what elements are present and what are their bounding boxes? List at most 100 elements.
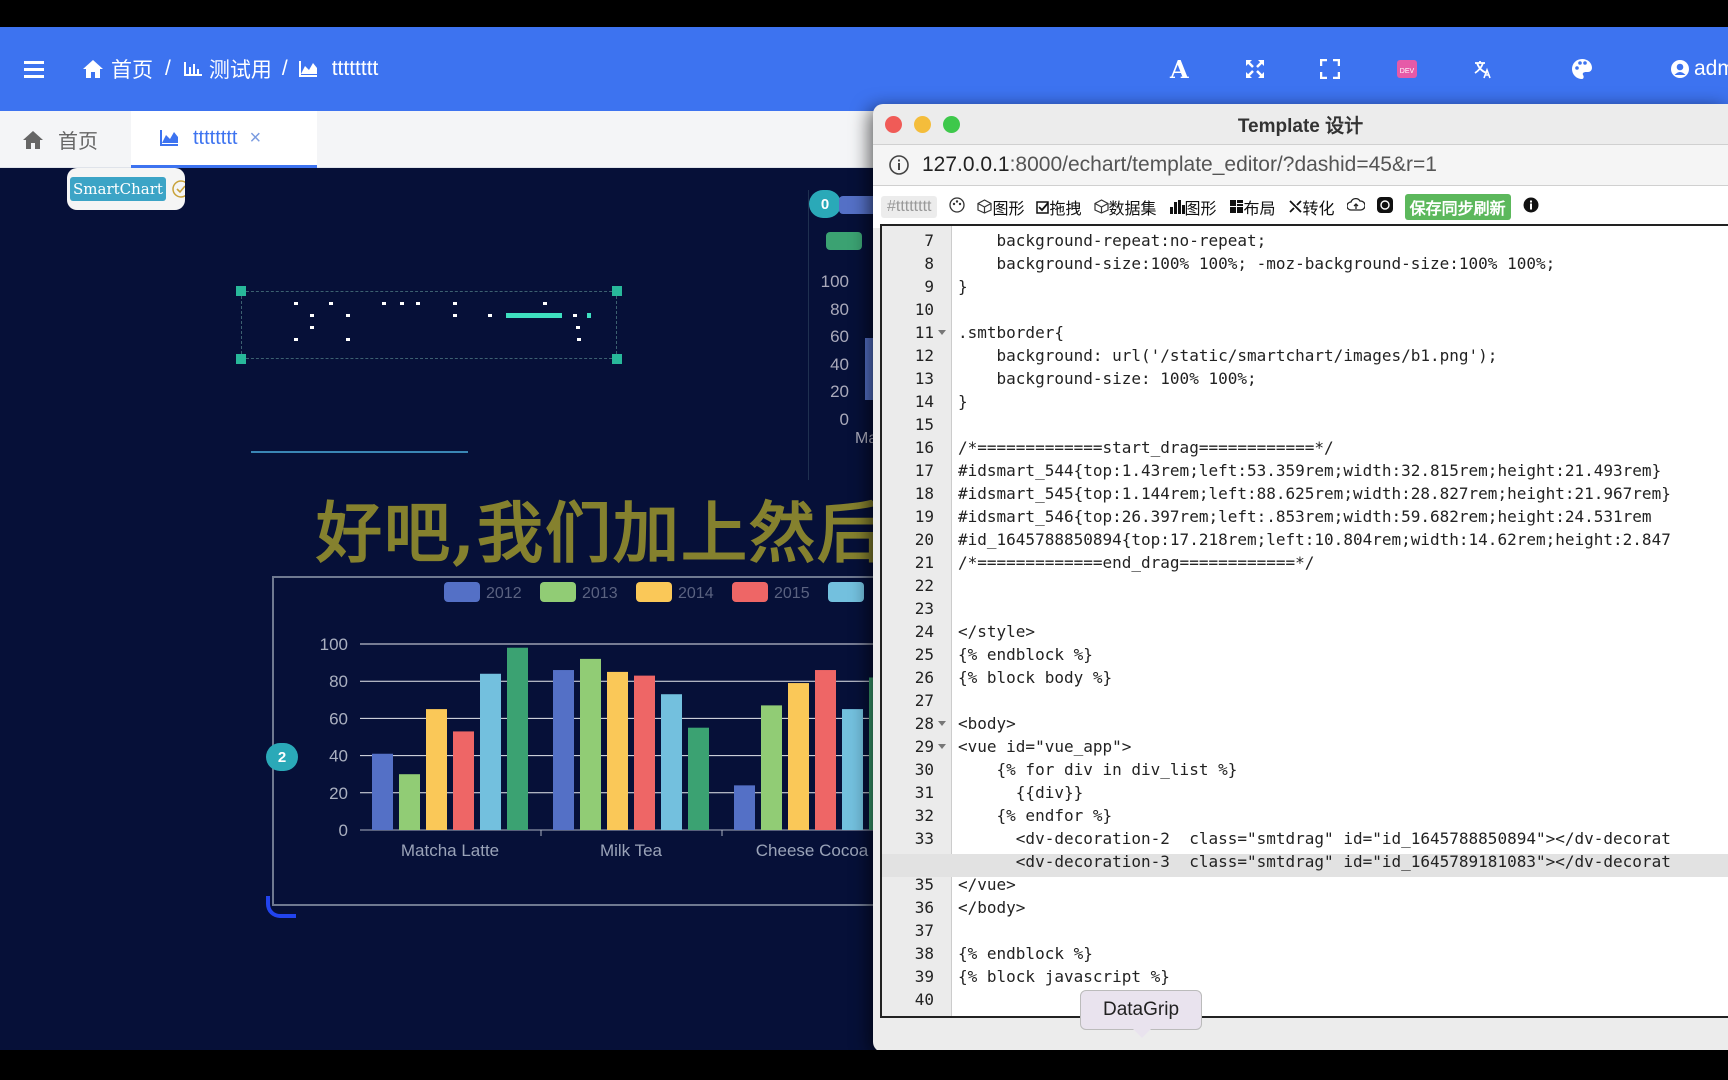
line-number: 16 [914, 438, 934, 457]
smartchart-label: SmartChart [70, 177, 166, 201]
tab-active-dashboard[interactable]: tttttttt × [131, 111, 317, 168]
expand-arrows-icon[interactable] [1245, 27, 1265, 111]
y-tick-label: 40 [830, 354, 849, 374]
home-icon [23, 130, 43, 149]
line-decoration [251, 451, 468, 453]
check-circle-icon [172, 180, 185, 198]
dev-icon[interactable]: DEV [1396, 27, 1418, 111]
line-number: 39 [914, 967, 934, 986]
bar [507, 647, 528, 830]
chart-panel-2[interactable]: 100 80 60 40 20 0 Matcha Latte Milk Tea Cheese C… [272, 576, 880, 906]
y-tick-label: 100 [820, 272, 849, 291]
line-number: 28 [914, 714, 934, 733]
code-line: <dv-decoration-3 class="smtdrag" id="id_… [958, 852, 1671, 871]
minimize-window-button[interactable] [914, 116, 931, 133]
tab-label: 首页 [58, 131, 98, 153]
line-number: 8 [924, 254, 934, 273]
y-tick-label: 20 [830, 382, 849, 401]
tab-close-icon[interactable]: × [249, 127, 261, 150]
tab-label: tttttttt [193, 126, 238, 149]
code-editor[interactable]: 7 8 9 10 11 12 13 14 15 16 17 18 19 20 21 22 23 24 25 26 27 2… [880, 224, 1728, 1018]
code-line: {% endblock %} [958, 645, 1093, 664]
bar [607, 671, 628, 830]
tooltip-arrow [1133, 1029, 1151, 1038]
toolbar-drag[interactable]: 拖拽 [1036, 195, 1082, 219]
translate-icon[interactable] [1472, 27, 1492, 111]
toolbar-convert[interactable]: 转化 [1288, 195, 1335, 219]
toolbar-label: 布局 [1243, 201, 1276, 218]
line-number: 25 [914, 645, 934, 664]
template-name-tag[interactable]: #tttttttt [881, 196, 938, 218]
breadcrumb-current: tttttttt [331, 57, 379, 80]
decoration-widget[interactable] [241, 291, 617, 359]
toolbar-chart-2[interactable]: 图形 [1169, 195, 1217, 219]
fold-arrow-icon[interactable] [938, 744, 946, 749]
zoom-window-button[interactable] [943, 116, 960, 133]
fold-arrow-icon[interactable] [938, 721, 946, 726]
toolbar-layout[interactable]: 布局 [1229, 195, 1276, 219]
bar [426, 709, 447, 830]
cloud-upload-icon[interactable] [1345, 197, 1366, 217]
resize-handle[interactable] [612, 286, 622, 296]
toolbar-label: 数据集 [1108, 201, 1157, 218]
y-tick-label: 40 [329, 747, 348, 766]
breadcrumb-test[interactable]: 测试用 [209, 54, 272, 84]
resize-handle[interactable] [236, 286, 246, 296]
line-number: 20 [914, 530, 934, 549]
y-tick-label: 20 [329, 784, 348, 803]
line-number: 23 [914, 599, 934, 618]
legend-swatch [540, 582, 576, 602]
chart-panel-0[interactable]: 0 100 80 60 40 20 0 Ma [808, 190, 880, 480]
fullscreen-icon[interactable] [1320, 27, 1340, 111]
font-size-icon[interactable]: A [1170, 27, 1189, 111]
bar [661, 694, 682, 830]
toolbar-dataset[interactable]: 数据集 [1093, 195, 1157, 219]
url-host: 127.0.0.1 [922, 153, 1010, 176]
line-number-gutter: 7 8 9 10 11 12 13 14 15 16 17 18 19 20 21 22 23 24 25 26 27 2… [882, 226, 952, 1016]
layout-icon [1229, 200, 1243, 213]
bar [734, 785, 755, 830]
code-line: #idsmart_544{top:1.43rem;left:53.359rem;… [958, 461, 1662, 480]
fold-arrow-icon[interactable] [938, 330, 946, 335]
bar [865, 338, 873, 400]
resize-handle[interactable] [612, 354, 622, 364]
bar [815, 670, 836, 830]
line-number: 29 [914, 737, 934, 756]
smartchart-badge[interactable]: SmartChart [67, 168, 185, 210]
resize-handle[interactable] [236, 354, 246, 364]
tab-home[interactable]: 首页 [22, 111, 132, 168]
code-line: background-size: 100% 100%; [958, 369, 1257, 388]
menu-toggle-button[interactable] [24, 27, 46, 111]
code-line: {% block javascript %} [958, 967, 1170, 986]
code-line: </vue> [958, 875, 1016, 894]
info-circle-icon[interactable] [1523, 197, 1539, 218]
breadcrumb-separator: / [165, 57, 171, 80]
x-tick-label: Matcha Latte [401, 841, 499, 860]
line-number: 27 [914, 691, 934, 710]
code-line: } [958, 277, 968, 296]
toolbar-label: 转化 [1302, 201, 1335, 218]
line-number: 24 [914, 622, 934, 641]
save-sync-refresh-button[interactable]: 保存同步刷新 [1404, 194, 1511, 220]
dock-strip [0, 1050, 1728, 1080]
y-tick-label: 0 [339, 821, 348, 840]
line-number: 19 [914, 507, 934, 526]
check-square-icon [1036, 201, 1050, 214]
toolbar-chart-1[interactable]: 图形 [977, 195, 1024, 219]
line-number: 40 [914, 990, 934, 1009]
code-line: } [958, 392, 968, 411]
theme-icon[interactable] [949, 196, 966, 218]
code-line: background-size:100% 100%; -moz-backgrou… [958, 254, 1556, 273]
code-line: {% endfor %} [958, 806, 1113, 825]
ai-icon[interactable] [1376, 196, 1393, 218]
palette-icon[interactable] [1571, 27, 1593, 111]
dashboard-canvas: SmartChart 0 100 80 60 40 20 0 Ma 100 80… [0, 168, 880, 1050]
close-window-button[interactable] [885, 116, 902, 133]
url-bar[interactable]: 127.0.0.1:8000/echart/template_editor/?d… [873, 144, 1728, 186]
bar [688, 727, 709, 830]
line-number: 18 [914, 484, 934, 503]
decoration-dots [294, 302, 591, 341]
code-line: #idsmart_546{top:26.397rem;left:.853rem;… [958, 507, 1652, 526]
breadcrumb-home[interactable]: 首页 [111, 54, 153, 84]
user-menu[interactable]: adm [1670, 27, 1728, 111]
